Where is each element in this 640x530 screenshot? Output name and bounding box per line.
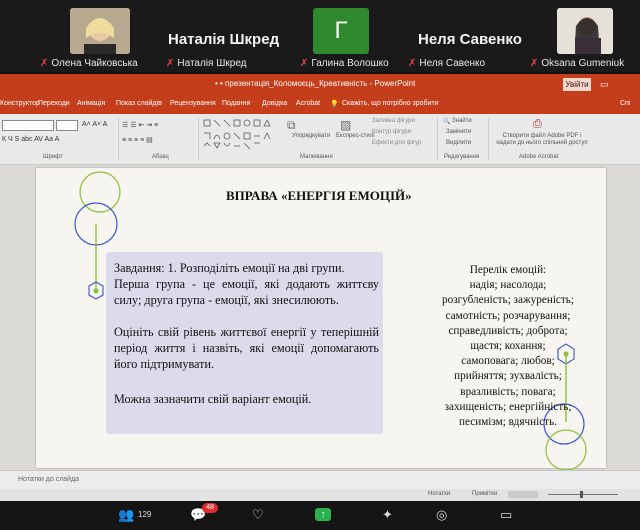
participant-name-1: ✗ Олена Чайковська bbox=[40, 58, 138, 69]
view-buttons[interactable] bbox=[508, 491, 538, 498]
group-acrobat-label: Adobe Acrobat bbox=[519, 154, 559, 160]
notes-toggle[interactable]: Нотатки bbox=[428, 491, 450, 497]
avatar-letter: Г bbox=[334, 17, 348, 44]
ppt-title-bar: • • презентація_Коломоєць_Креативність -… bbox=[0, 74, 640, 96]
shapes-gallery[interactable] bbox=[202, 118, 282, 150]
participant-name-2: ✗ Наталія Шкред bbox=[166, 58, 247, 69]
list-item: захищеність; енергійність; bbox=[444, 400, 572, 413]
mic-muted-icon: ✗ bbox=[300, 58, 309, 69]
participant-name-big-2: Неля Савенко bbox=[418, 31, 522, 48]
font-grow-icon[interactable]: A˄ A˅ A bbox=[82, 121, 107, 128]
tab-help[interactable]: Довідка bbox=[262, 100, 287, 107]
reactions-icon[interactable]: ♡ bbox=[252, 507, 264, 523]
find-icon[interactable]: 🔍 bbox=[443, 118, 450, 125]
participants-count: 129 bbox=[138, 510, 152, 519]
group-separator bbox=[437, 118, 438, 160]
minimize-icon[interactable]: ▭ bbox=[600, 79, 609, 90]
pdf-icon[interactable]: ⎙ bbox=[533, 118, 542, 131]
tab-view[interactable]: Подання bbox=[222, 100, 250, 107]
participants-icon[interactable]: 👥 bbox=[118, 507, 134, 523]
list-item: справедливість; доброта; bbox=[448, 324, 568, 337]
group-paragraph-label: Абзац bbox=[152, 154, 169, 160]
participant-video-5[interactable] bbox=[557, 8, 613, 54]
zoom-slider-thumb[interactable] bbox=[580, 491, 583, 498]
arrange-icon[interactable]: ⧉ bbox=[287, 118, 296, 133]
list-item: самотність; розчарування; bbox=[445, 309, 571, 322]
list-item: щастя; кохання; bbox=[470, 340, 546, 353]
select-button[interactable]: Виділити bbox=[446, 140, 471, 146]
share-screen-icon[interactable]: ↑ bbox=[315, 508, 331, 521]
status-bar: Нотатки Примітки bbox=[0, 489, 640, 501]
tab-acrobat[interactable]: Acrobat bbox=[296, 100, 320, 107]
font-size-box[interactable] bbox=[56, 120, 78, 131]
task-line-1: Завдання: 1. Розподіліть емоції на дві г… bbox=[114, 261, 345, 275]
participant-name-big-1: Наталія Шкред bbox=[168, 31, 280, 48]
task-line-3: Оцініть свій рівень життєвої енергії у т… bbox=[114, 325, 379, 372]
group-editing-label: Редагування bbox=[444, 154, 480, 160]
quick-styles-icon[interactable]: ▨ bbox=[340, 118, 351, 132]
apps-icon[interactable]: ✦ bbox=[382, 507, 393, 523]
align-icons[interactable]: ≡ ≡ ≡ ≡ ▤ bbox=[122, 136, 153, 144]
zoom-slider[interactable] bbox=[548, 494, 618, 495]
list-item: розгубленість; зажуреність; bbox=[442, 294, 574, 307]
chat-badge: 48 bbox=[202, 503, 218, 513]
slide-title: ВПРАВА «ЕНЕРГІЯ ЕМОЦІЙ» bbox=[226, 188, 412, 203]
font-name-box[interactable] bbox=[2, 120, 54, 131]
group-drawing-label: Малювання bbox=[300, 154, 333, 160]
comments-toggle[interactable]: Примітки bbox=[472, 491, 497, 497]
tab-review[interactable]: Рецензування bbox=[170, 100, 216, 107]
list-icons[interactable]: ☰ ☰ ⇤ ⇥ ≡ bbox=[122, 121, 158, 129]
mic-muted-icon: ✗ bbox=[530, 58, 539, 69]
group-separator bbox=[118, 118, 119, 160]
mic-muted-icon: ✗ bbox=[40, 58, 49, 69]
participant-name-5: ✗ Oksana Gumeniuk bbox=[530, 58, 625, 69]
shape-effects-button[interactable]: Ефекти для фігур bbox=[372, 140, 421, 146]
more-icon[interactable]: ▭ bbox=[500, 507, 512, 523]
tell-me-search[interactable]: Скажіть, що потрібно зробити bbox=[342, 100, 439, 107]
tab-transitions[interactable]: Переходи bbox=[38, 100, 70, 107]
mic-muted-icon: ✗ bbox=[408, 58, 417, 69]
whiteboard-icon[interactable]: ◎ bbox=[436, 507, 447, 523]
group-separator bbox=[488, 118, 489, 160]
participant-name-4: ✗ Неля Савенко bbox=[408, 58, 486, 69]
shape-fill-button[interactable]: Заливка фігури bbox=[372, 118, 415, 124]
list-item: вразливість; повага; bbox=[460, 385, 556, 398]
tab-animation[interactable]: Анімація bbox=[77, 100, 105, 107]
share-button[interactable]: Спі bbox=[620, 100, 630, 107]
list-item: прийняття; зухвалість; bbox=[454, 370, 562, 383]
window-title: • • презентація_Коломоєць_Креативність -… bbox=[215, 79, 416, 88]
replace-button[interactable]: Замінити bbox=[446, 129, 471, 135]
list-item: самоповага; любов; bbox=[461, 355, 555, 368]
list-item: песимізм; вдячність. bbox=[459, 416, 557, 429]
participant-video-1[interactable] bbox=[70, 8, 130, 54]
find-button[interactable]: Знайти bbox=[452, 118, 472, 124]
list-item: Перелік емоцій: bbox=[469, 264, 547, 276]
ribbon-tabs: Конструктор Переходи Анімація Показ слай… bbox=[0, 96, 640, 114]
create-pdf-button[interactable]: Створити файл Adobe PDF і надати до ньог… bbox=[494, 133, 590, 147]
task-line-2: Перша група - це емоції, які додають жит… bbox=[114, 277, 379, 308]
shape-outline-button[interactable]: Контур фігури bbox=[372, 129, 411, 135]
slide-canvas[interactable]: ВПРАВА «ЕНЕРГІЯ ЕМОЦІЙ» Завдання: 1. Роз… bbox=[36, 168, 608, 470]
sign-in-button[interactable]: Увійти bbox=[563, 78, 591, 91]
notes-pane[interactable]: Нотатки до слайда bbox=[0, 470, 640, 489]
notes-placeholder: Нотатки до слайда bbox=[18, 476, 80, 483]
group-font-label: Шрифт bbox=[43, 154, 63, 160]
zoom-controls: 👥 129 💬 48 ♡ ↑ ✦ ◎ ▭ bbox=[0, 501, 640, 530]
list-item: надія; насолода; bbox=[469, 279, 547, 292]
font-style-icons[interactable]: К Ч S abc AV Aa A bbox=[2, 136, 59, 143]
tab-design[interactable]: Конструктор bbox=[0, 100, 40, 107]
participants-strip: ✗ Олена Чайковська Наталія Шкред ✗ Наталія… bbox=[0, 0, 640, 72]
participant-avatar-3[interactable]: Г bbox=[313, 8, 369, 54]
emotion-list[interactable]: Перелік емоцій: надія; насолода; розгубл… bbox=[408, 263, 608, 430]
tab-slideshow[interactable]: Показ слайдів bbox=[116, 100, 162, 107]
participant-name-3: ✗ Галина Волошко bbox=[300, 58, 389, 69]
mic-muted-icon: ✗ bbox=[166, 58, 175, 69]
group-separator bbox=[198, 118, 199, 160]
ribbon: A˄ A˅ A К Ч S abc AV Aa A Шрифт ☰ ☰ ⇤ ⇥ … bbox=[0, 114, 640, 165]
lightbulb-icon: 💡 bbox=[330, 101, 339, 108]
arrange-button[interactable]: Упорядкувати bbox=[292, 133, 330, 139]
task-textbox[interactable]: Завдання: 1. Розподіліть емоції на дві г… bbox=[106, 252, 383, 434]
quick-styles-button[interactable]: Експрес-стилі bbox=[336, 133, 375, 139]
task-line-4: Можна зазначити свій варіант емоцій. bbox=[114, 392, 312, 406]
